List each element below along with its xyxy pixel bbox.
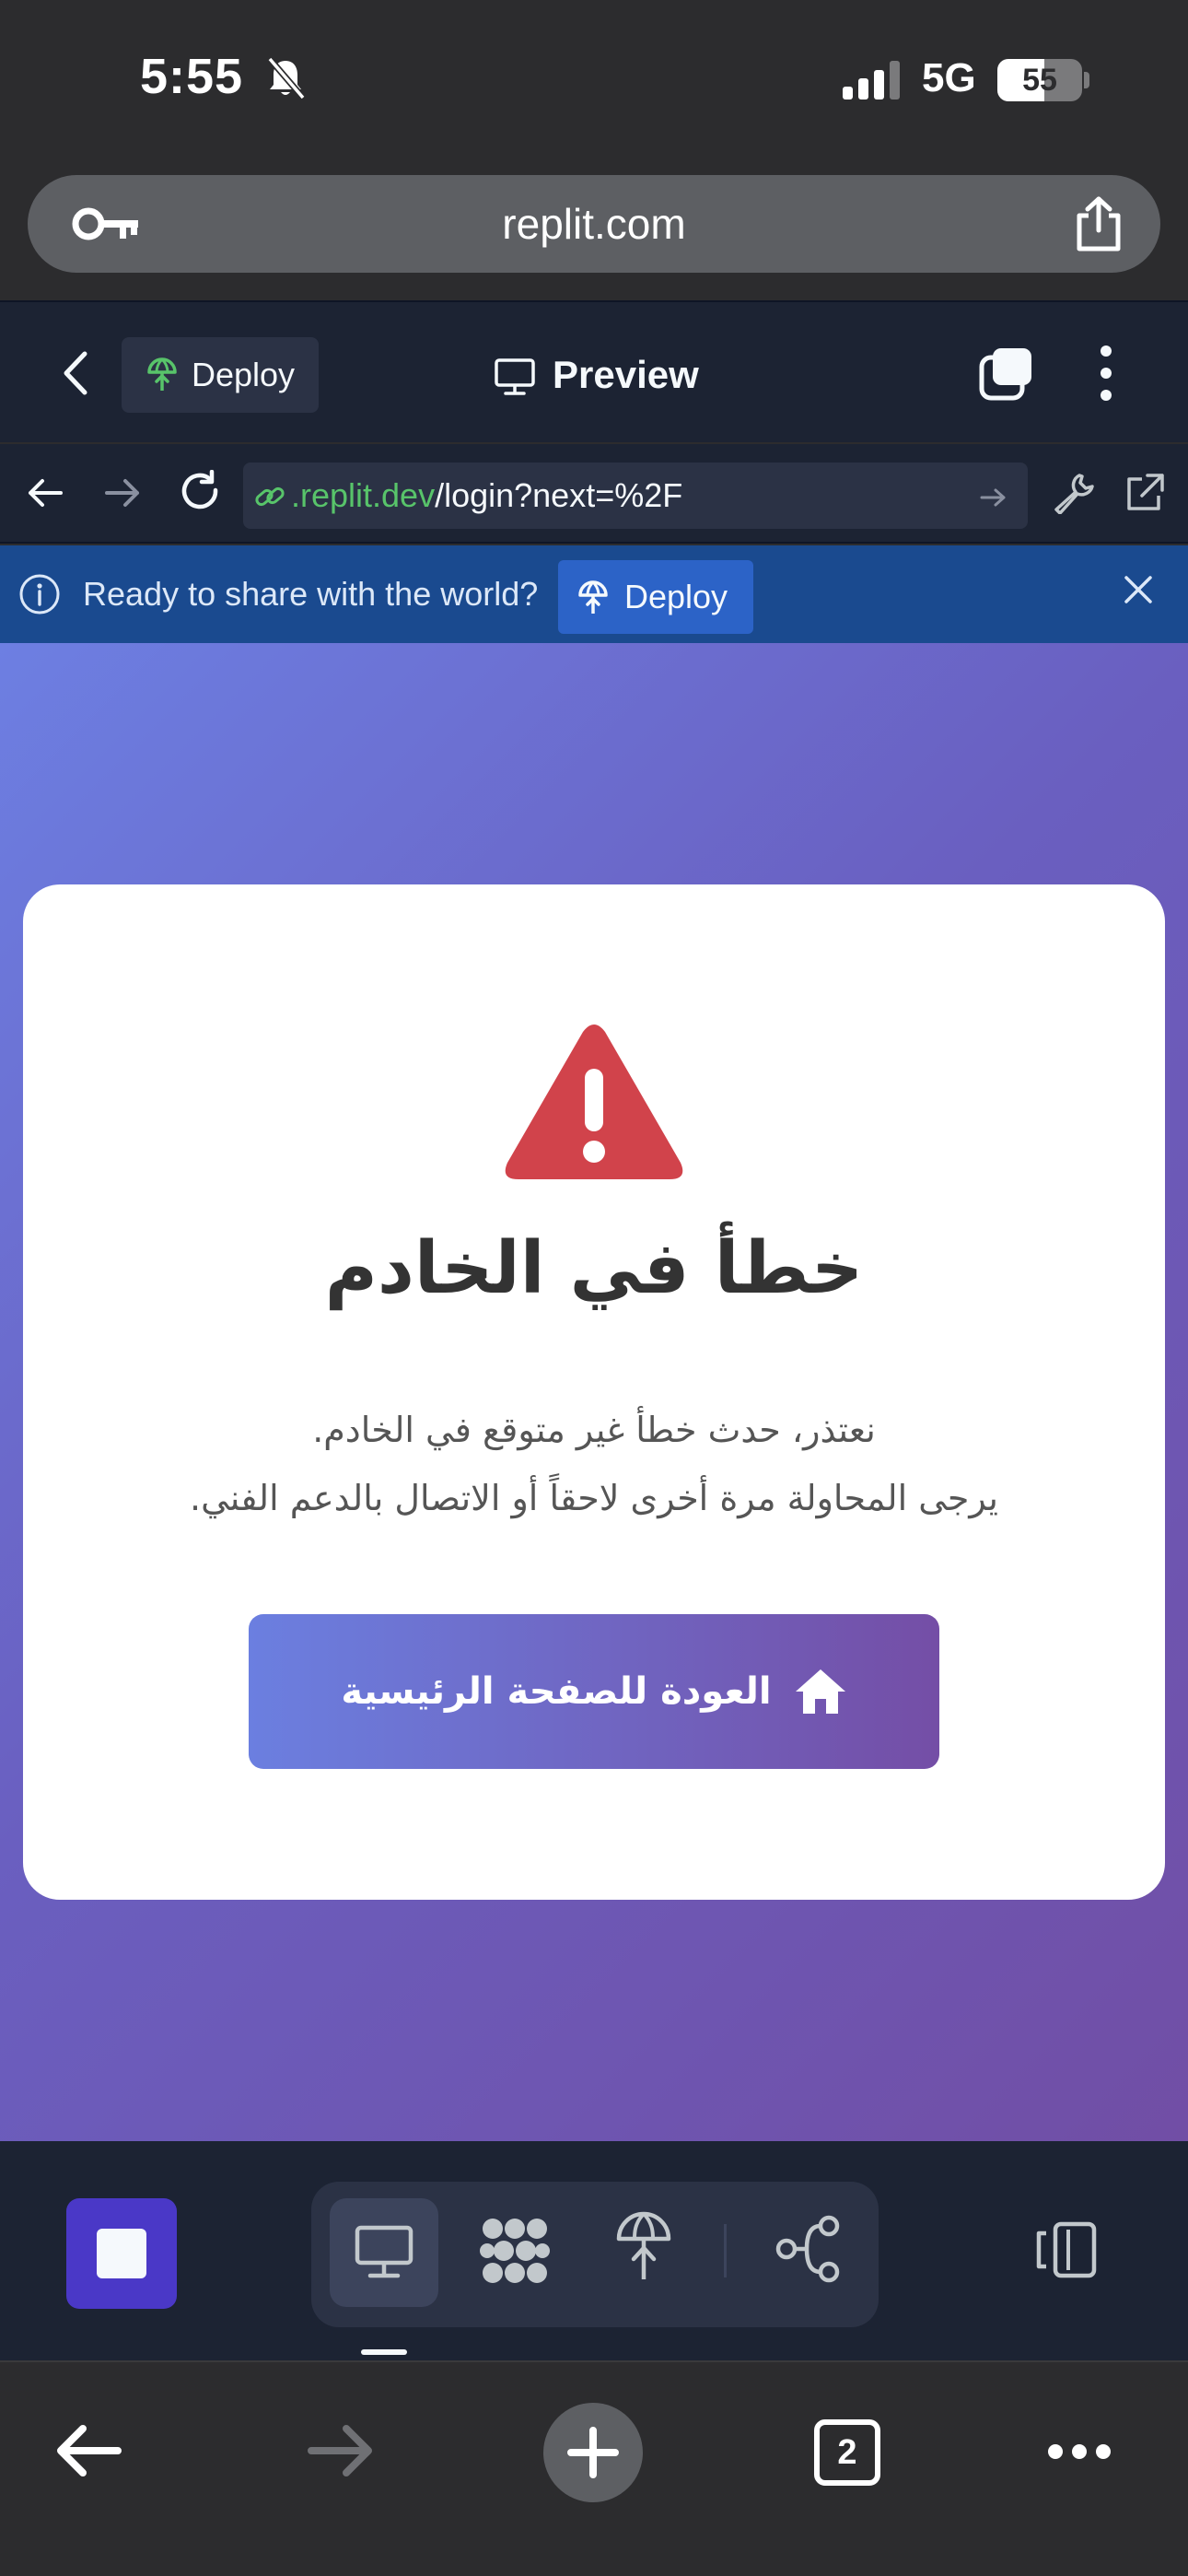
webview-nav: .replit.dev/login?next=%2F [0,444,1188,544]
info-icon [19,574,60,615]
go-arrow-icon[interactable] [980,486,1007,509]
webview-page: خطأ في الخادم نعتذر، حدث خطأ غير متوقع ف… [0,643,1188,2141]
tab-count-button[interactable]: 2 [814,2419,880,2486]
banner-message: Ready to share with the world? [83,575,539,613]
url-domain: .replit.dev [291,476,436,514]
deploy-banner: Ready to share with the world? Deploy [0,545,1188,643]
monitor-icon [355,2225,413,2278]
signal-icon [843,61,900,100]
safari-address-bar[interactable]: replit.com [28,175,1160,273]
battery-cap [1084,72,1089,88]
more-icon[interactable] [1046,2440,1112,2464]
warning-triangle-icon [505,1025,683,1179]
status-bar: 5:55 5G 55 [0,0,1188,161]
home-button-label: العودة للصفحة الرئيسية [341,1670,772,1713]
error-title: خطأ في الخادم [324,1227,864,1310]
monitor-icon [495,358,535,395]
git-icon[interactable] [774,2215,842,2283]
battery-label: 55 [1022,63,1057,98]
tool-group [311,2182,879,2327]
arrow-right-icon[interactable] [103,474,142,512]
battery-indicator: 55 [997,59,1082,101]
cluster-icon[interactable] [479,2215,551,2287]
network-label: 5G [922,55,976,100]
active-tool-indicator [361,2349,407,2355]
share-icon[interactable] [1072,195,1125,252]
external-link-icon[interactable] [1124,472,1166,514]
safari-bottom-bar: 2 [0,2360,1188,2576]
reload-icon[interactable] [179,470,223,514]
plus-icon [567,2427,619,2478]
deploy-icon [147,357,177,391]
wrench-icon[interactable] [1052,472,1094,514]
stop-icon [97,2229,146,2278]
chevron-left-icon[interactable] [57,350,96,396]
link-icon [255,486,285,507]
webview-tool-button[interactable] [330,2198,438,2307]
arrow-left-icon[interactable] [26,474,64,512]
devices-icon[interactable] [1033,2220,1100,2279]
bell-slash-icon [267,56,306,100]
banner-deploy-button[interactable]: Deploy [558,560,753,634]
new-tab-button[interactable] [543,2403,643,2502]
replit-toolbar [0,2141,1188,2360]
error-message-line-2: يرجى المحاولة مرة أخرى لاحقاً أو الاتصال… [190,1478,998,1518]
tool-divider [724,2224,727,2277]
arrow-right-icon[interactable] [308,2423,374,2478]
home-button[interactable]: العودة للصفحة الرئيسية [249,1614,939,1769]
preview-title-label: Preview [553,353,699,396]
url-text: .replit.dev/login?next=%2F [291,463,682,529]
stop-button[interactable] [66,2198,177,2309]
deploy-icon[interactable] [615,2211,672,2283]
close-icon[interactable] [1122,573,1155,606]
arrow-left-icon[interactable] [55,2423,122,2478]
error-message-line-1: نعتذر، حدث خطأ غير متوقع في الخادم. [312,1410,876,1450]
replit-header: Deploy Preview [0,300,1188,442]
kebab-icon[interactable] [1092,343,1120,404]
deploy-chip-label: Deploy [192,356,296,393]
safari-domain[interactable]: replit.com [28,175,1160,273]
deploy-icon [578,580,608,614]
status-time: 5:55 [140,49,244,104]
webview-url-field[interactable]: .replit.dev/login?next=%2F [243,463,1028,529]
error-card: خطأ في الخادم نعتذر، حدث خطأ غير متوقع ف… [23,884,1165,1900]
tabs-icon[interactable] [978,345,1035,402]
banner-deploy-label: Deploy [624,578,728,615]
home-icon [795,1669,845,1714]
url-path: /login?next=%2F [435,476,683,514]
error-message: نعتذر، حدث خطأ غير متوقع في الخادم. يرجى… [78,1396,1110,1532]
deploy-chip-button[interactable]: Deploy [122,337,319,413]
